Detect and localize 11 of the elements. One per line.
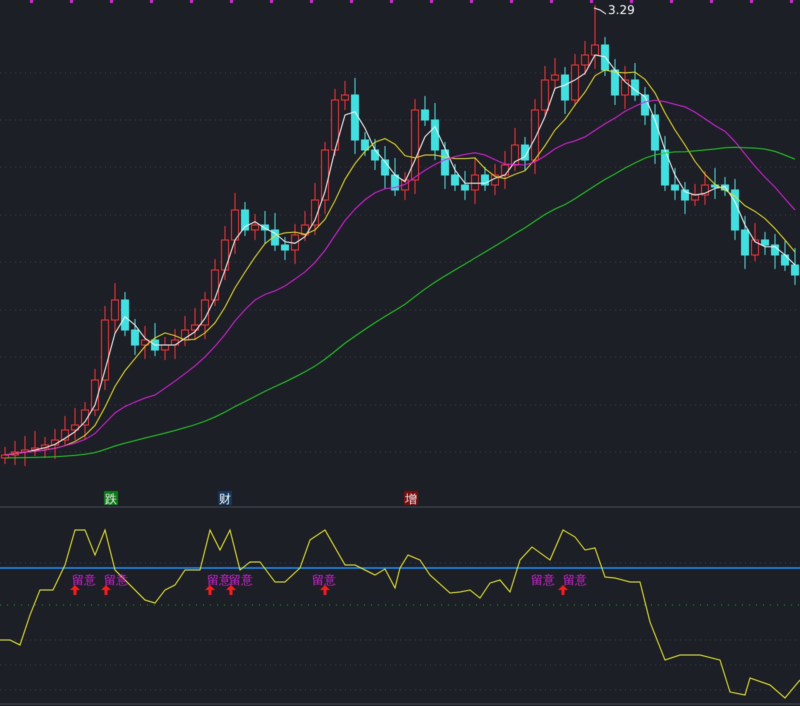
alert-label: 留意 (72, 573, 96, 587)
price-label: 3.29 (608, 3, 635, 17)
alert-label: 留意 (207, 573, 231, 587)
signal-label: 增 (405, 492, 417, 506)
alert-label: 留意 (531, 573, 555, 587)
signal-label: 跌 (105, 492, 117, 506)
alert-label: 留意 (563, 573, 587, 587)
alert-label: 留意 (229, 573, 253, 587)
signal-label: 财 (219, 492, 231, 506)
alert-label: 留意 (312, 573, 336, 587)
leader-line (594, 8, 606, 14)
